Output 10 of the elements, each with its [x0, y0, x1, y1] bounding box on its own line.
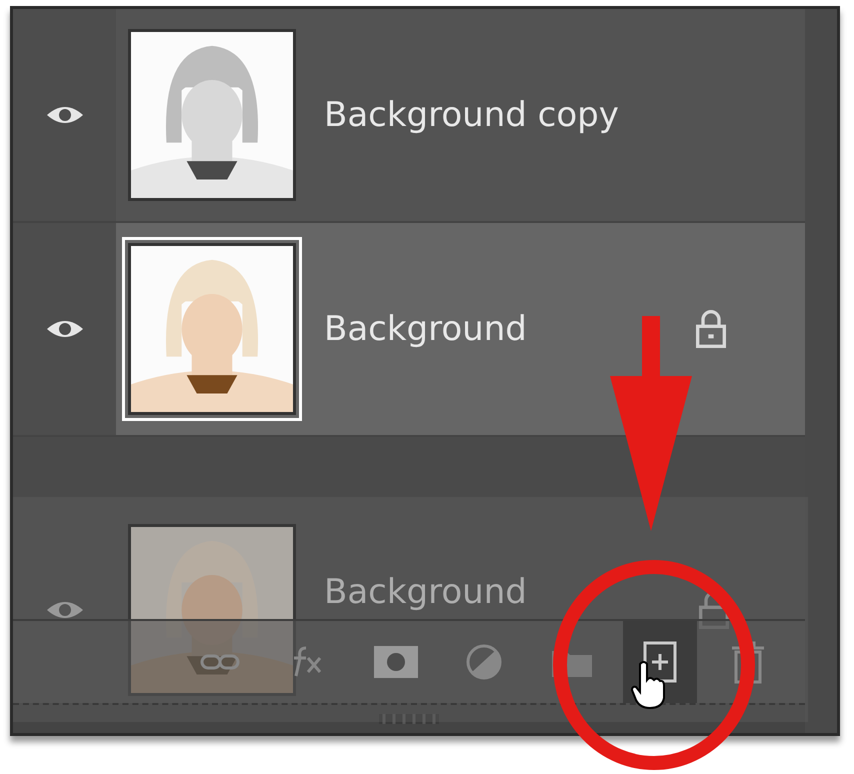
mask-icon: [374, 646, 418, 678]
hand-cursor-icon: [630, 660, 666, 710]
layer-name: Background: [324, 574, 528, 612]
half-circle-icon: [464, 642, 504, 682]
layer-name: Background copy: [324, 95, 620, 135]
layer-name: Background: [324, 309, 528, 349]
layer-row[interactable]: Background: [116, 223, 805, 435]
grip-icon[interactable]: [379, 714, 439, 724]
dragged-layer[interactable]: Background: [13, 497, 808, 722]
scrollbar-track[interactable]: [805, 9, 837, 733]
